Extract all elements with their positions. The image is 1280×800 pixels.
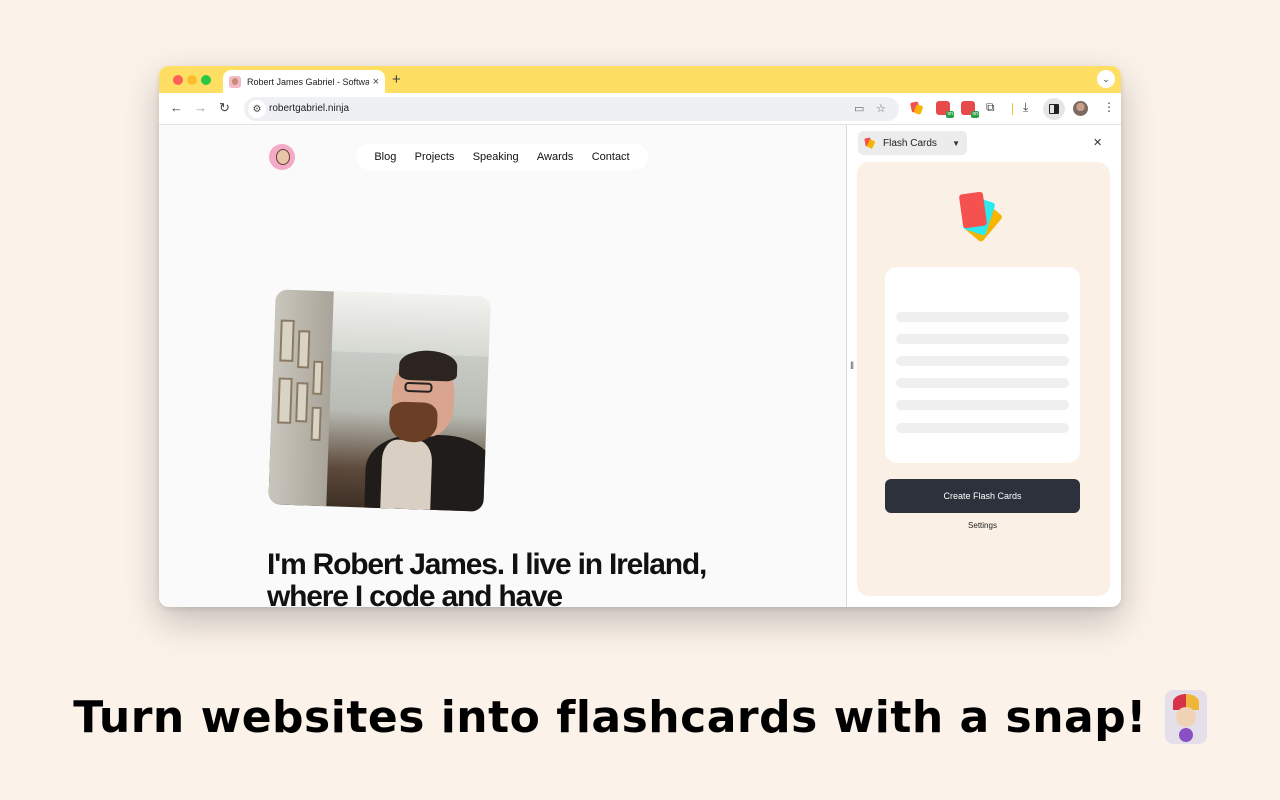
extension-icon[interactable]: on <box>961 101 979 118</box>
address-bar[interactable]: ⚙ robertgabriel.ninja ▭ ☆ <box>244 97 899 121</box>
extension-icon[interactable]: on <box>936 101 954 118</box>
window-close-button[interactable] <box>173 75 183 85</box>
skeleton-line <box>896 312 1069 322</box>
flash-cards-logo-icon <box>957 189 1009 247</box>
hero-heading: I'm Robert James. I live in Ireland, whe… <box>267 548 707 608</box>
tab-title: Robert James Gabriel - Software Engineer <box>247 76 369 87</box>
nav-awards-link[interactable]: Awards <box>537 151 573 163</box>
tab-close-icon[interactable]: × <box>373 76 379 88</box>
site-settings-icon[interactable]: ⚙ <box>248 100 266 118</box>
address-url[interactable]: robertgabriel.ninja <box>269 103 349 114</box>
site-logo-avatar[interactable] <box>269 144 295 170</box>
install-app-icon[interactable]: ▭ <box>854 102 864 115</box>
profile-avatar[interactable] <box>1073 101 1088 116</box>
nav-speaking-link[interactable]: Speaking <box>473 151 519 163</box>
flash-cards-extension-icon[interactable] <box>910 101 925 116</box>
caret-down-icon: ▼ <box>952 138 960 148</box>
settings-link[interactable]: Settings <box>885 521 1080 530</box>
forward-arrow-icon[interactable]: → <box>194 101 207 115</box>
flash-cards-logo-icon <box>864 137 876 149</box>
flash-cards-panel: Create Flash Cards Settings <box>857 162 1110 596</box>
extensions-puzzle-icon[interactable]: ⧉ <box>986 100 995 115</box>
browser-window: Robert James Gabriel - Software Engineer… <box>159 66 1121 607</box>
nav-blog-link[interactable]: Blog <box>374 151 396 163</box>
nav-projects-link[interactable]: Projects <box>415 151 455 163</box>
toolbar-separator <box>1012 103 1013 115</box>
side-panel-extension-select[interactable]: Flash Cards ▼ <box>858 131 967 155</box>
tagline-text: Turn websites into flashcards with a sna… <box>73 691 1147 743</box>
window-minimize-button[interactable] <box>187 75 197 85</box>
skeleton-line <box>896 423 1069 433</box>
tab-bar: Robert James Gabriel - Software Engineer… <box>159 66 1121 93</box>
site-favicon-icon <box>229 75 241 88</box>
create-flash-cards-button[interactable]: Create Flash Cards <box>885 479 1080 513</box>
extension-badge: on <box>946 111 954 118</box>
resize-handle-icon[interactable]: ‖ <box>850 361 854 372</box>
window-maximize-button[interactable] <box>201 75 211 85</box>
web-page: Blog Projects Speaking Awards Contact I'… <box>159 125 846 607</box>
hero-photo <box>268 289 491 512</box>
browser-tab[interactable]: Robert James Gabriel - Software Engineer… <box>223 70 385 93</box>
back-arrow-icon[interactable]: ← <box>170 101 183 115</box>
browser-toolbar: ← → ↻ ⚙ robertgabriel.ninja ▭ ☆ on on ⧉ … <box>159 93 1121 125</box>
download-icon[interactable]: ⤓ <box>1023 100 1028 115</box>
site-nav: Blog Projects Speaking Awards Contact <box>356 144 648 170</box>
side-panel-toggle-icon[interactable] <box>1043 98 1065 120</box>
reload-icon[interactable]: ↻ <box>219 101 230 115</box>
skeleton-line <box>896 356 1069 366</box>
tab-search-icon[interactable]: ⌄ <box>1097 70 1115 88</box>
tagline: Turn websites into flashcards with a sna… <box>0 690 1280 744</box>
bookmark-star-icon[interactable]: ☆ <box>876 102 886 115</box>
skeleton-line <box>896 334 1069 344</box>
side-panel: Flash Cards ▼ ✕ Create Flash Cards Setti… <box>847 125 1121 607</box>
extension-badge: on <box>971 111 979 118</box>
jester-emoji-icon <box>1164 690 1207 744</box>
browser-menu-icon[interactable]: ⋮ <box>1103 100 1115 114</box>
skeleton-line <box>896 400 1069 410</box>
side-panel-close-icon[interactable]: ✕ <box>1093 136 1102 149</box>
skeleton-line <box>896 378 1069 388</box>
side-panel-select-label: Flash Cards <box>883 137 937 149</box>
nav-contact-link[interactable]: Contact <box>592 151 630 163</box>
new-tab-button[interactable]: + <box>392 71 401 88</box>
cards-loading-placeholder <box>885 267 1080 463</box>
